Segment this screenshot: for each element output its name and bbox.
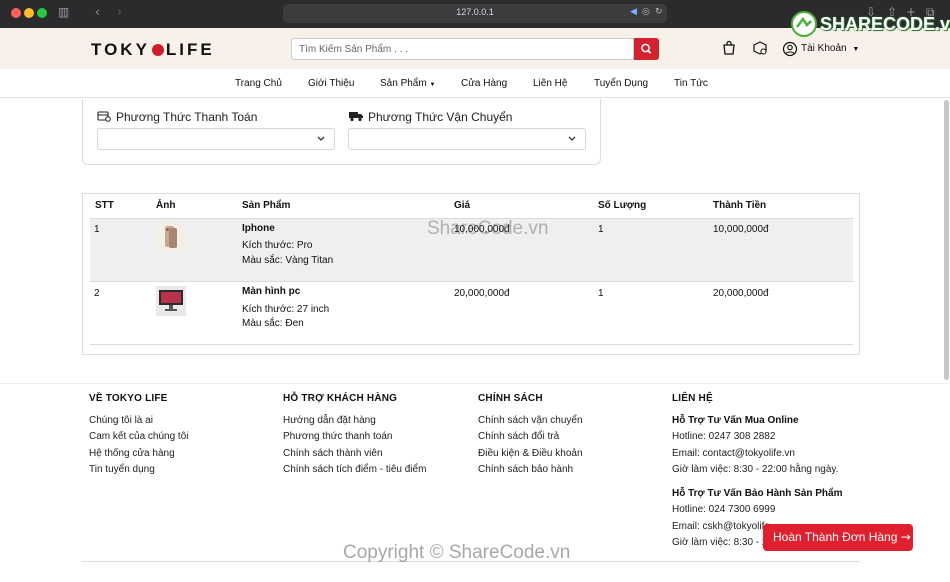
table-row-stt: 2 bbox=[94, 288, 100, 299]
chevron-down-icon: ▼ bbox=[429, 82, 436, 88]
footer-warranty-subtitle: Hỗ Trợ Tư Vấn Bảo Hành Sản Phẩm bbox=[672, 488, 843, 499]
product-total: 20,000,000đ bbox=[713, 288, 769, 299]
truck-icon bbox=[349, 112, 363, 122]
footer-heading-contact: LIÊN HỆ bbox=[672, 393, 713, 404]
col-header-product: Sản Phẩm bbox=[242, 200, 291, 211]
product-price: 20,000,000đ bbox=[454, 288, 510, 299]
footer-link[interactable]: Điều kiện & Điều khoản bbox=[478, 448, 583, 459]
footer-link[interactable]: Hướng dẫn đặt hàng bbox=[283, 415, 376, 426]
footer-link[interactable]: Chính sách tích điểm - tiêu điểm bbox=[283, 464, 426, 475]
close-window-button[interactable] bbox=[11, 8, 21, 18]
footer-hours: Giờ làm việc: 8:30 - 22:00 hằng ngày. bbox=[672, 464, 839, 475]
reload-icon[interactable]: ↻ bbox=[655, 7, 663, 17]
order-tracking-icon[interactable] bbox=[752, 40, 768, 56]
account-label: Tài Khoản bbox=[801, 43, 847, 54]
footer-heading-support: HỖ TRỢ KHÁCH HÀNG bbox=[283, 393, 398, 404]
nav-item-contact[interactable]: Liên Hệ bbox=[533, 78, 567, 89]
nav-item-news[interactable]: Tin Tức bbox=[674, 78, 708, 89]
zoom-window-button[interactable] bbox=[37, 8, 47, 18]
payment-method-select[interactable] bbox=[97, 128, 335, 150]
footer-link[interactable]: Chính sách đổi trả bbox=[478, 431, 559, 442]
shipping-method-select[interactable] bbox=[348, 128, 586, 150]
footer-link[interactable]: Hệ thống cửa hàng bbox=[89, 448, 175, 459]
account-menu[interactable]: Tài Khoản ▼ bbox=[801, 43, 859, 54]
product-size: Kích thước: Pro bbox=[242, 240, 313, 251]
logo-dot bbox=[151, 44, 164, 56]
sidebar-toggle-icon[interactable]: ▥ bbox=[58, 5, 69, 19]
footer-email[interactable]: Email: cskh@tokyolife bbox=[672, 521, 770, 532]
complete-order-button[interactable]: Hoàn Thành Đơn Hàng → bbox=[763, 524, 913, 551]
search-button[interactable] bbox=[634, 38, 659, 60]
nav-item-about[interactable]: Giới Thiệu bbox=[308, 78, 354, 89]
sharecode-logo-text: SHARECODE.vn bbox=[820, 14, 950, 34]
nav-item-careers[interactable]: Tuyển Dụng bbox=[594, 78, 648, 89]
col-header-quantity: Số Lượng bbox=[598, 200, 647, 211]
logo-text-left: TOKY bbox=[91, 40, 150, 59]
col-header-stt: STT bbox=[95, 200, 114, 211]
footer-link[interactable]: Chính sách thành viên bbox=[283, 448, 383, 459]
row-divider bbox=[90, 344, 853, 345]
privacy-icon[interactable]: ◎ bbox=[642, 7, 650, 17]
nav-item-products[interactable]: Sản Phẩm ▼ bbox=[380, 78, 435, 89]
page-scrollbar[interactable] bbox=[944, 100, 949, 380]
shopping-bag-icon[interactable] bbox=[721, 40, 737, 56]
footer-link[interactable]: Chính sách bảo hành bbox=[478, 464, 573, 475]
product-image-iphone[interactable] bbox=[156, 222, 186, 252]
footer-hotline[interactable]: Hotline: 0247 308 2882 bbox=[672, 431, 775, 442]
footer-link[interactable]: Cam kết của chúng tôi bbox=[89, 431, 189, 442]
chevron-down-icon bbox=[317, 136, 325, 141]
user-icon[interactable] bbox=[782, 41, 798, 57]
footer-link[interactable]: Tin tuyển dụng bbox=[89, 464, 155, 475]
footer-email[interactable]: Email: contact@tokyolife.vn bbox=[672, 448, 795, 459]
col-header-price: Giá bbox=[454, 200, 471, 211]
row-divider bbox=[90, 281, 853, 282]
product-total: 10,000,000đ bbox=[713, 224, 769, 235]
logo-text-right: LIFE bbox=[165, 40, 215, 59]
address-bar[interactable]: 127.0.0.1 ◀ ◎ ↻ bbox=[283, 4, 667, 23]
col-header-total: Thành Tiền bbox=[713, 200, 767, 211]
minimize-window-button[interactable] bbox=[24, 8, 34, 18]
footer-hotline[interactable]: Hotline: 024 7300 6999 bbox=[672, 504, 775, 515]
product-quantity: 1 bbox=[598, 224, 604, 235]
footer-hours: Giờ làm việc: 8:30 - 2 bbox=[672, 537, 768, 548]
table-row-stt: 1 bbox=[94, 224, 100, 235]
product-quantity: 1 bbox=[598, 288, 604, 299]
address-url: 127.0.0.1 bbox=[456, 7, 494, 17]
arrow-right-icon: → bbox=[900, 530, 911, 544]
footer-link[interactable]: Chính sách vận chuyển bbox=[478, 415, 583, 426]
product-color: Màu sắc: Vàng Titan bbox=[242, 255, 334, 266]
nav-item-home[interactable]: Trang Chủ bbox=[235, 78, 282, 89]
nav-item-stores[interactable]: Cửa Hàng bbox=[461, 78, 507, 89]
copyright-watermark: Copyright © ShareCode.vn bbox=[343, 542, 571, 563]
col-header-image: Ảnh bbox=[156, 200, 176, 211]
product-image-monitor[interactable] bbox=[156, 286, 186, 316]
footer-link[interactable]: Phương thức thanh toán bbox=[283, 431, 392, 442]
audio-icon[interactable]: ◀ bbox=[630, 7, 637, 17]
footer-link[interactable]: Chúng tôi là ai bbox=[89, 415, 153, 426]
search-input[interactable]: Tìm Kiếm Sản Phẩm . . . bbox=[291, 38, 634, 60]
center-watermark: ShareCode.vn bbox=[427, 218, 549, 239]
payment-icon bbox=[97, 111, 111, 122]
chevron-down-icon bbox=[568, 136, 576, 141]
site-logo[interactable]: TOKY LIFE bbox=[91, 40, 215, 60]
back-icon[interactable]: ‹ bbox=[95, 5, 100, 19]
footer-heading-about: VỀ TOKYO LIFE bbox=[89, 393, 168, 404]
product-name: Màn hình pc bbox=[242, 286, 301, 297]
main-nav: Trang Chủ Giới Thiệu Sản Phẩm ▼ Cửa Hàng… bbox=[0, 69, 950, 98]
footer-heading-policy: CHÍNH SÁCH bbox=[478, 393, 543, 404]
footer-contact-subtitle: Hỗ Trợ Tư Vấn Mua Online bbox=[672, 415, 799, 426]
complete-order-label: Hoàn Thành Đơn Hàng bbox=[773, 530, 898, 544]
chevron-down-icon: ▼ bbox=[852, 46, 860, 53]
payment-method-title: Phương Thức Thanh Toán bbox=[116, 110, 258, 124]
search-icon bbox=[641, 43, 652, 54]
nav-products-label: Sản Phẩm bbox=[380, 78, 427, 89]
shipping-method-title: Phương Thức Vận Chuyển bbox=[368, 110, 513, 124]
sharecode-logo-icon bbox=[791, 11, 817, 37]
product-color: Màu sắc: Đen bbox=[242, 318, 304, 329]
sharecode-logo: SHARECODE.vn bbox=[790, 10, 950, 40]
forward-icon[interactable]: › bbox=[117, 5, 122, 19]
product-size: Kích thước: 27 inch bbox=[242, 304, 330, 315]
product-name: Iphone bbox=[242, 223, 275, 234]
